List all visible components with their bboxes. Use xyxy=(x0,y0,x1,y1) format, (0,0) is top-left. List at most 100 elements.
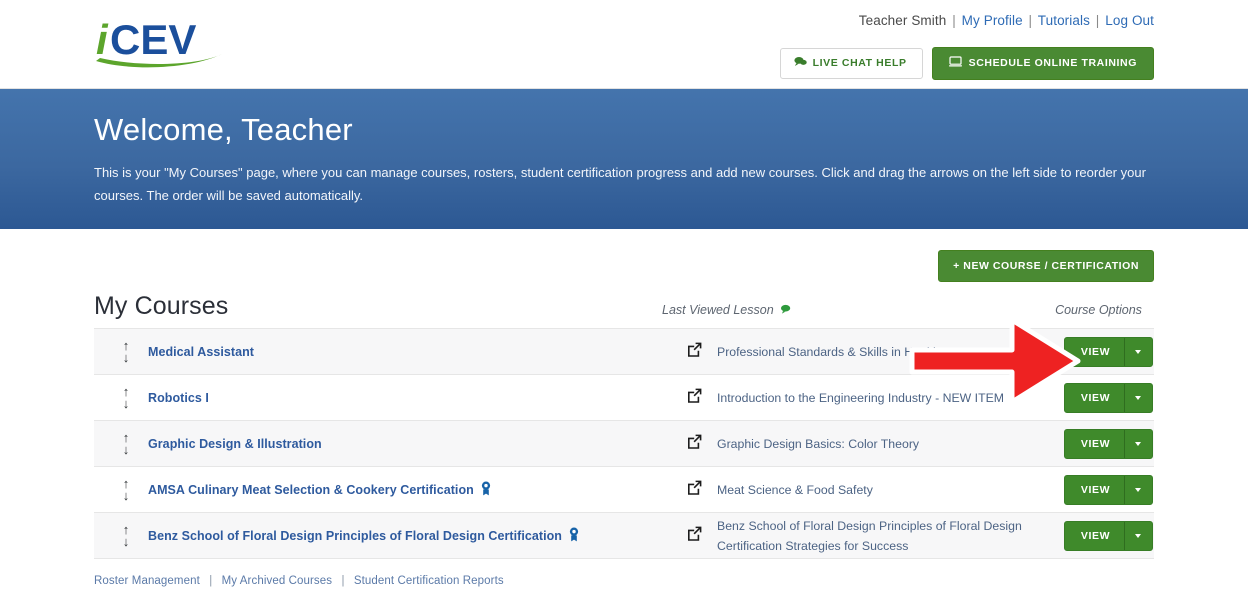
reorder-handle-row-3[interactable]: ↑ ↓ xyxy=(94,431,148,456)
open-course-external-link[interactable] xyxy=(672,479,717,501)
course-name-label: Benz School of Floral Design Principles … xyxy=(148,528,562,543)
schedule-online-training-label: SCHEDULE ONLINE TRAINING xyxy=(968,57,1137,69)
link-log-out[interactable]: Log Out xyxy=(1105,13,1154,28)
external-link-icon xyxy=(686,525,703,547)
view-button-row-3[interactable]: VIEW xyxy=(1063,428,1154,459)
course-name-link[interactable]: Robotics I xyxy=(148,391,672,405)
link-separator: | xyxy=(1095,13,1100,28)
last-viewed-lesson-link[interactable]: Professional Standards & Skills in Healt… xyxy=(717,342,1063,362)
table-row[interactable]: ↑ ↓ AMSA Culinary Meat Selection & Cooke… xyxy=(94,466,1154,512)
new-course-row: + NEW COURSE / CERTIFICATION xyxy=(94,229,1154,282)
external-link-icon xyxy=(686,479,703,501)
welcome-title: Welcome, Teacher xyxy=(94,112,353,147)
schedule-online-training-button[interactable]: SCHEDULE ONLINE TRAINING xyxy=(931,47,1154,80)
table-row[interactable]: ↑ ↓ Graphic Design & Illustration Graphi… xyxy=(94,420,1154,466)
course-options-cell: VIEW xyxy=(1063,428,1154,459)
icev-logo[interactable]: i CEV xyxy=(94,14,264,74)
chevron-down-icon[interactable] xyxy=(1124,429,1152,458)
view-button-row-5[interactable]: VIEW xyxy=(1063,520,1154,551)
certification-badge-icon xyxy=(569,527,579,545)
course-name-link[interactable]: Medical Assistant xyxy=(148,345,672,359)
svg-text:i: i xyxy=(96,16,109,63)
course-name-label: AMSA Culinary Meat Selection & Cookery C… xyxy=(148,482,474,497)
course-options-cell: VIEW xyxy=(1063,382,1154,413)
arrow-down-icon[interactable]: ↓ xyxy=(123,351,130,364)
chevron-down-icon[interactable] xyxy=(1124,475,1152,504)
monitor-icon xyxy=(948,55,962,72)
reorder-handle-row-5[interactable]: ↑ ↓ xyxy=(94,523,148,548)
column-header-course-options: Course Options xyxy=(1055,303,1142,317)
user-name: Teacher Smith xyxy=(858,13,947,28)
site-header: i CEV Teacher Smith | My Profile | Tutor… xyxy=(0,0,1248,89)
last-viewed-lesson-link[interactable]: Introduction to the Engineering Industry… xyxy=(717,388,1063,408)
external-link-icon xyxy=(686,433,703,455)
link-separator: | xyxy=(1028,13,1033,28)
table-row[interactable]: ↑ ↓ Medical Assistant Professional Stand… xyxy=(94,328,1154,374)
reorder-handle-row-4[interactable]: ↑ ↓ xyxy=(94,477,148,502)
view-button-row-4[interactable]: VIEW xyxy=(1063,474,1154,505)
course-options-cell: VIEW xyxy=(1063,336,1154,367)
welcome-banner: Welcome, Teacher This is your "My Course… xyxy=(0,89,1248,229)
link-tutorials[interactable]: Tutorials xyxy=(1038,13,1090,28)
main-content: + NEW COURSE / CERTIFICATION My Courses … xyxy=(0,229,1248,587)
page-title: My Courses xyxy=(94,292,229,320)
last-viewed-lesson-link[interactable]: Graphic Design Basics: Color Theory xyxy=(717,434,1063,454)
last-viewed-lesson-link[interactable]: Benz School of Floral Design Principles … xyxy=(717,516,1063,556)
arrow-down-icon[interactable]: ↓ xyxy=(123,489,130,502)
welcome-description: This is your "My Courses" page, where yo… xyxy=(94,165,1146,203)
link-separator: | xyxy=(209,575,213,587)
chevron-down-icon[interactable] xyxy=(1124,337,1152,366)
courses-table: ↑ ↓ Medical Assistant Professional Stand… xyxy=(94,328,1154,559)
reorder-handle-row-1[interactable]: ↑ ↓ xyxy=(94,339,148,364)
open-course-external-link[interactable] xyxy=(672,341,717,363)
external-link-icon xyxy=(686,341,703,363)
course-name-link[interactable]: AMSA Culinary Meat Selection & Cookery C… xyxy=(148,481,672,499)
certification-badge-icon xyxy=(481,481,491,499)
utility-links: Teacher Smith | My Profile | Tutorials |… xyxy=(859,13,1154,28)
course-name-label: Graphic Design & Illustration xyxy=(148,436,322,451)
chat-bubble-icon xyxy=(780,303,792,317)
link-roster-management[interactable]: Roster Management xyxy=(94,575,200,587)
course-name-link[interactable]: Benz School of Floral Design Principles … xyxy=(148,527,672,545)
link-my-archived-courses[interactable]: My Archived Courses xyxy=(222,575,333,587)
table-row[interactable]: ↑ ↓ Benz School of Floral Design Princip… xyxy=(94,512,1154,559)
view-button-row-1[interactable]: VIEW xyxy=(1063,336,1154,367)
chevron-down-icon[interactable] xyxy=(1124,521,1152,550)
chevron-down-icon[interactable] xyxy=(1124,383,1152,412)
view-button-label: VIEW xyxy=(1080,391,1111,404)
course-name-label: Medical Assistant xyxy=(148,344,254,359)
arrow-down-icon[interactable]: ↓ xyxy=(123,397,130,410)
view-button-label: VIEW xyxy=(1080,483,1111,496)
view-button-label: VIEW xyxy=(1080,529,1111,542)
link-separator: | xyxy=(952,13,956,28)
arrow-down-icon[interactable]: ↓ xyxy=(123,535,130,548)
course-name-link[interactable]: Graphic Design & Illustration xyxy=(148,437,672,451)
link-student-certification-reports[interactable]: Student Certification Reports xyxy=(354,575,504,587)
view-button-label: VIEW xyxy=(1080,345,1111,358)
external-link-icon xyxy=(686,387,703,409)
new-course-certification-button[interactable]: + NEW COURSE / CERTIFICATION xyxy=(938,250,1154,282)
column-header-last-viewed-lesson: Last Viewed Lesson xyxy=(662,303,1043,321)
live-chat-help-label: LIVE CHAT HELP xyxy=(812,57,907,69)
last-viewed-lesson-label: Last Viewed Lesson xyxy=(662,303,774,317)
footer-links: Roster Management | My Archived Courses … xyxy=(94,575,1154,587)
link-my-profile[interactable]: My Profile xyxy=(962,13,1023,28)
link-separator: | xyxy=(341,575,345,587)
arrow-down-icon[interactable]: ↓ xyxy=(123,443,130,456)
view-button-row-2[interactable]: VIEW xyxy=(1063,382,1154,413)
reorder-handle-row-2[interactable]: ↑ ↓ xyxy=(94,385,148,410)
course-options-cell: VIEW xyxy=(1063,474,1154,505)
view-button-label: VIEW xyxy=(1080,437,1111,450)
courses-table-header: My Courses Last Viewed Lesson Course Opt… xyxy=(94,292,1154,328)
header-actions: LIVE CHAT HELP SCHEDULE ONLINE TRAINING xyxy=(779,47,1154,80)
open-course-external-link[interactable] xyxy=(672,387,717,409)
open-course-external-link[interactable] xyxy=(672,433,717,455)
open-course-external-link[interactable] xyxy=(672,525,717,547)
last-viewed-lesson-link[interactable]: Meat Science & Food Safety xyxy=(717,480,1063,500)
table-row[interactable]: ↑ ↓ Robotics I Introduction to the Engin… xyxy=(94,374,1154,420)
chat-bubble-icon xyxy=(794,56,807,72)
svg-text:CEV: CEV xyxy=(110,16,196,63)
live-chat-help-button[interactable]: LIVE CHAT HELP xyxy=(779,48,923,79)
course-name-label: Robotics I xyxy=(148,390,209,405)
course-options-cell: VIEW xyxy=(1063,520,1154,551)
